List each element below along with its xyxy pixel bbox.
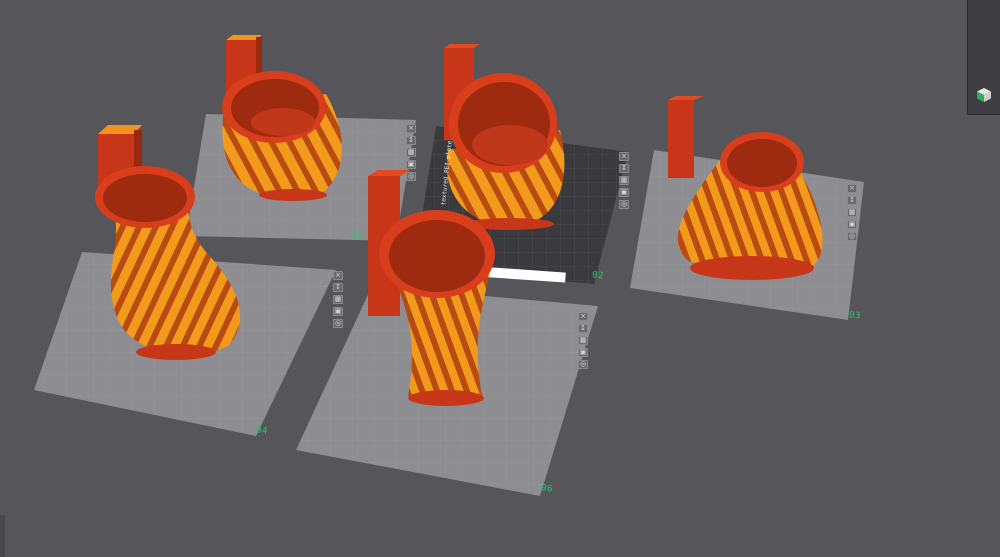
plate-label-06: 06 [540, 483, 554, 495]
lock-icon[interactable]: ▣ [847, 220, 857, 229]
auto-orient-icon[interactable]: ↕ [847, 196, 857, 205]
left-panel-handle[interactable] [0, 515, 5, 557]
close-icon[interactable]: × [847, 184, 857, 193]
plate-label-01: 01 [351, 231, 365, 243]
settings-icon[interactable]: ◎ [619, 200, 629, 209]
close-icon[interactable]: × [406, 124, 416, 133]
close-icon[interactable]: × [333, 271, 343, 280]
close-icon[interactable]: × [619, 152, 629, 161]
close-icon[interactable]: × [578, 312, 588, 321]
plate-label-02: 02 [591, 270, 605, 282]
lock-icon[interactable]: ▣ [406, 160, 416, 169]
view-cube-icon[interactable] [975, 86, 993, 104]
plate-label-03: 03 [848, 310, 862, 322]
3d-viewport[interactable] [0, 0, 1000, 557]
vase-model-02[interactable] [446, 73, 565, 230]
plate-label-04: 04 [255, 425, 269, 437]
settings-icon[interactable]: ◎ [406, 172, 416, 181]
lock-icon[interactable]: ▣ [619, 188, 629, 197]
arrange-icon[interactable]: ▦ [847, 208, 857, 217]
plate-01-tools: × ↕ ▦ ▣ ◎ [406, 124, 418, 184]
plate-04-tools: × ↕ ▦ ▣ ◎ [333, 271, 345, 331]
plate-06-tools: × ↕ ▦ ▣ ◎ [578, 312, 590, 372]
auto-orient-icon[interactable]: ↕ [619, 164, 629, 173]
arrange-icon[interactable]: ▦ [619, 176, 629, 185]
vase-model-03[interactable] [677, 132, 823, 280]
arrange-icon[interactable]: ▦ [406, 148, 416, 157]
plate-02-tools: × ↕ ▦ ▣ ◎ [619, 152, 631, 212]
auto-orient-icon[interactable]: ↕ [406, 136, 416, 145]
auto-orient-icon[interactable]: ↕ [333, 283, 343, 292]
right-toolbar [967, 0, 1000, 115]
arrange-icon[interactable]: ▦ [333, 295, 343, 304]
settings-icon[interactable]: ◎ [333, 319, 343, 328]
lock-icon[interactable]: ▣ [333, 307, 343, 316]
arrange-icon[interactable]: ▦ [578, 336, 588, 345]
lock-icon[interactable]: ▣ [578, 348, 588, 357]
auto-orient-icon[interactable]: ↕ [578, 324, 588, 333]
plate-03-tools: × ↕ ▦ ▣ ◎ [847, 184, 859, 244]
settings-icon[interactable]: ◎ [578, 360, 588, 369]
settings-icon[interactable]: ◎ [847, 232, 857, 241]
